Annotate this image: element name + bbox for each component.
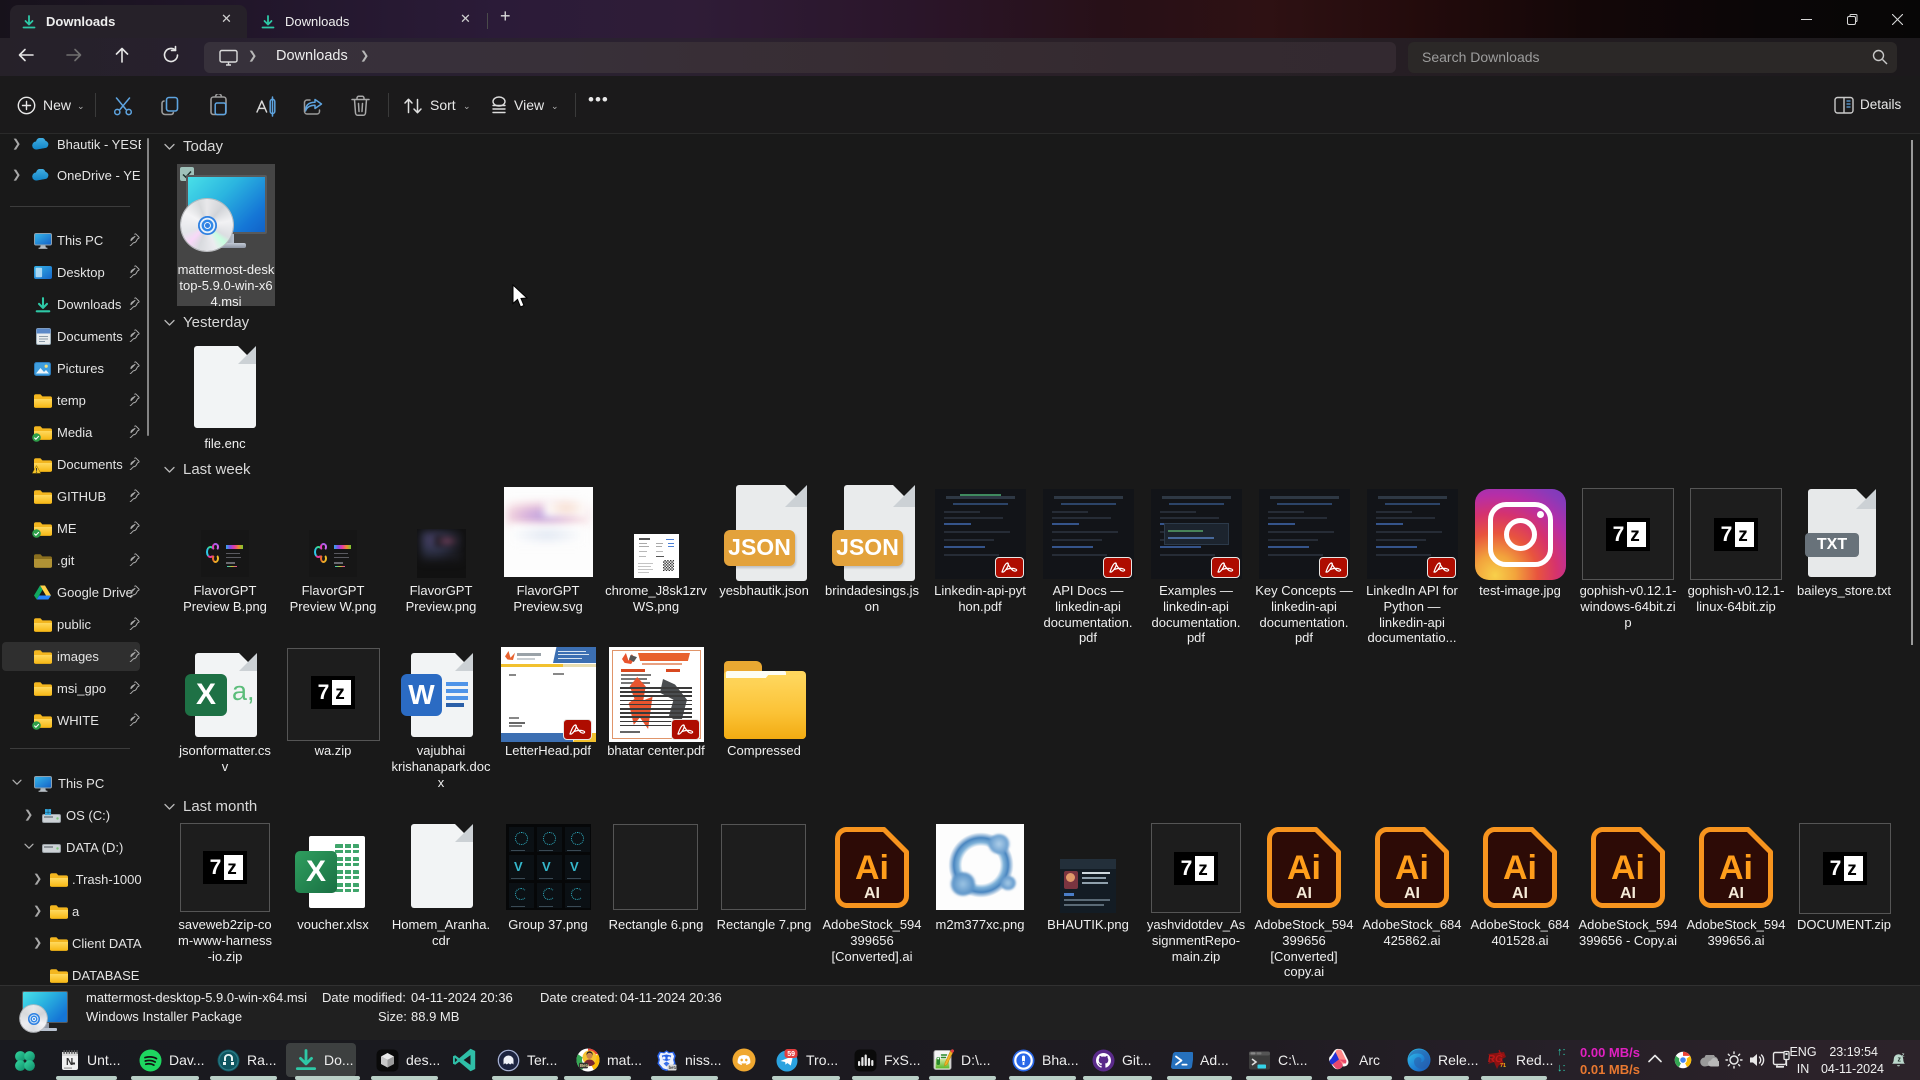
svg-text:Ai: Ai — [1287, 849, 1321, 887]
svg-text:AI: AI — [1728, 885, 1744, 902]
svg-text:AI: AI — [1620, 885, 1636, 902]
svg-text:Beta: Beta — [580, 1063, 590, 1068]
svg-text:Ai: Ai — [1611, 849, 1645, 887]
svg-text:71: 71 — [1500, 1063, 1506, 1069]
svg-text:Ai: Ai — [1719, 849, 1753, 887]
svg-text:AI: AI — [1296, 885, 1312, 902]
svg-text:Ai: Ai — [1503, 849, 1537, 887]
svg-text:Ai: Ai — [1395, 849, 1429, 887]
svg-text:z: z — [1902, 1052, 1905, 1058]
svg-text:Ai: Ai — [855, 849, 889, 887]
svg-text:beta: beta — [669, 1065, 678, 1070]
svg-text:AI: AI — [1512, 885, 1528, 902]
svg-text:AI: AI — [864, 885, 880, 902]
svg-text:59: 59 — [787, 1051, 795, 1058]
svg-text:AI: AI — [1404, 885, 1420, 902]
